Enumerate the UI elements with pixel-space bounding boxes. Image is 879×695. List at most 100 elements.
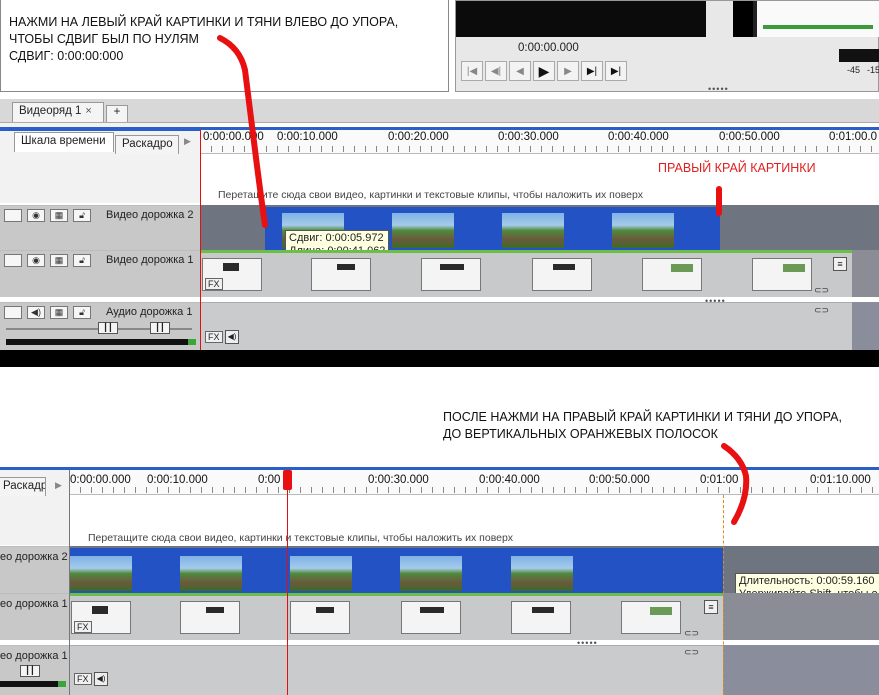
audio-link-icon: ⊂⊃ — [814, 305, 830, 315]
bottom-screen-thumb-2 — [180, 601, 240, 634]
top-audio1-fx-button[interactable]: FX — [205, 331, 223, 343]
bottom-audio1-fx-button[interactable]: FX — [74, 673, 92, 685]
bottom-volume-knob[interactable]: ┃┃ — [20, 665, 40, 677]
top-audio1-name: Аудио дорожка 1 — [106, 306, 193, 318]
tooltip-duration: Длительность: 0:00:59.160 — [739, 575, 875, 587]
bottom-audio1-lane-end — [723, 645, 879, 695]
top-audio1-lane-end — [852, 302, 879, 350]
top-ruler-minor-ticks — [200, 146, 879, 152]
top-video1-fx-button[interactable]: FX — [205, 278, 223, 290]
next-frame-button[interactable]: ▶| — [581, 61, 603, 81]
top-video1-icons: ◉ ▦ 🔓︎ — [4, 254, 91, 267]
right-edge-label: ПРАВЫЙ КРАЙ КАРТИНКИ — [658, 161, 816, 175]
preview-screen — [456, 1, 706, 37]
sequence-tabs: Видеоряд 1 × + — [0, 99, 879, 123]
list-icon[interactable]: ≡ — [833, 257, 847, 271]
bottom-audio-level-meter — [0, 681, 66, 687]
top-screen-thumb-4 — [532, 258, 592, 291]
preview-player: 0:00:00.000 |◀ ◀| ◀ ▶ ▶ ▶| ▶| -45 -15 ••… — [455, 0, 879, 94]
rewind-button[interactable]: ◀ — [509, 61, 531, 81]
top-audio-speaker-icon[interactable]: ◀) — [225, 330, 239, 344]
add-sequence-button[interactable]: + — [106, 105, 128, 122]
bottom-video1-lane-end — [723, 593, 879, 640]
bottom-screen-thumb-3 — [290, 601, 350, 634]
bottom-clip-thumb-4 — [400, 556, 462, 591]
bottom-audio1-lane[interactable] — [69, 645, 723, 695]
volume-slider-knob[interactable]: ┃┃ — [98, 322, 118, 334]
top-tick-2: 0:00:20.000 — [388, 131, 449, 143]
top-tick-1: 0:00:10.000 — [277, 131, 338, 143]
play-button[interactable]: ▶ — [533, 61, 555, 81]
bottom-tick-0: 0:00:00.000 — [70, 474, 131, 486]
audio-meter — [839, 49, 879, 62]
bottom-playhead[interactable] — [287, 470, 288, 695]
top-tick-5: 0:00:50.000 — [719, 131, 780, 143]
bottom-clip-thumb-3 — [290, 556, 352, 591]
top-audio1-icons: ◀) ▦ 🔓︎ — [4, 306, 91, 319]
top-video2-name: Видео дорожка 2 — [106, 209, 194, 221]
bottom-audio-speaker-icon[interactable]: ◀) — [94, 672, 108, 686]
go-start-button[interactable]: |◀ — [461, 61, 483, 81]
prev-frame-button[interactable]: ◀| — [485, 61, 507, 81]
close-tab-icon[interactable]: × — [85, 105, 91, 117]
top-annotation-line3: СДВИГ: 0:00:00:000 — [9, 49, 124, 63]
effects-icon[interactable]: ▦ — [50, 254, 68, 267]
bottom-video1-fx-button[interactable]: FX — [74, 621, 92, 633]
lock-icon[interactable]: 🔓︎ — [73, 254, 91, 267]
top-screen-thumb-6 — [752, 258, 812, 291]
player-time: 0:00:00.000 — [518, 42, 579, 54]
top-annotation-line1: НАЖМИ НА ЛЕВЫЙ КРАЙ КАРТИНКИ И ТЯНИ ВЛЕВ… — [9, 15, 399, 29]
tab-sequence-1[interactable]: Видеоряд 1 × — [12, 102, 104, 122]
top-video2-icons: ◉ ▦ 🔓︎ — [4, 209, 91, 222]
bottom-left-edge-line — [69, 470, 70, 695]
pan-slider-knob[interactable]: ┃┃ — [150, 322, 170, 334]
forward-button[interactable]: ▶ — [557, 61, 579, 81]
section-separator — [0, 350, 879, 367]
track-select-icon[interactable] — [4, 254, 22, 267]
preview-screen-right — [733, 1, 879, 37]
lock-icon[interactable]: 🔓︎ — [73, 306, 91, 319]
player-resize-grip[interactable]: ••••• — [708, 84, 729, 94]
speaker-icon[interactable]: ◀) — [27, 306, 45, 319]
lock-icon[interactable]: 🔓︎ — [73, 209, 91, 222]
track-select-icon[interactable] — [4, 209, 22, 222]
go-end-button[interactable]: ▶| — [605, 61, 627, 81]
eye-icon[interactable]: ◉ — [27, 254, 45, 267]
top-video1-lane-end — [852, 250, 879, 297]
bottom-audio-link-icon: ⊂⊃ — [684, 647, 700, 657]
player-controls: |◀ ◀| ◀ ▶ ▶ ▶| ▶| — [461, 61, 627, 81]
track-select-icon[interactable] — [4, 306, 22, 319]
bottom-tick-1: 0:00:10.000 — [147, 474, 208, 486]
top-red-stroke — [217, 35, 268, 228]
top-ruler-blueline — [0, 127, 879, 130]
top-clip-thumb-4 — [612, 213, 674, 248]
bottom-clip-thumb-5 — [511, 556, 573, 591]
bottom-annotation-line2: ДО ВЕРТИКАЛЬНЫХ ОРАНЖЕВЫХ ПОЛОСОК — [443, 427, 718, 441]
bottom-tab-storyboard[interactable]: Раскадро — [0, 477, 46, 496]
bottom-list-icon[interactable]: ≡ — [704, 600, 718, 614]
bottom-audio1-name: ео дорожка 1 — [0, 650, 68, 662]
bottom-clip-thumb-1 — [70, 556, 132, 591]
bottom-video1-name: еo дорожка 1 — [0, 598, 68, 610]
effects-icon[interactable]: ▦ — [50, 209, 68, 222]
top-screen-thumb-3 — [421, 258, 481, 291]
bottom-link-icon: ⊂⊃ — [684, 628, 700, 638]
bottom-red-stroke — [721, 443, 750, 525]
bottom-tick-3: 0:00:30.000 — [368, 474, 429, 486]
top-tick-3: 0:00:30.000 — [498, 131, 559, 143]
top-clip-thumb-2 — [392, 213, 454, 248]
top-drop-hint: Перетащите сюда свои видео, картинки и т… — [218, 189, 643, 201]
eye-icon[interactable]: ◉ — [27, 209, 45, 222]
top-clip-thumb-3 — [502, 213, 564, 248]
bottom-tick-4: 0:00:40.000 — [479, 474, 540, 486]
bottom-image-clip[interactable] — [69, 548, 723, 593]
bottom-drop-hint: Перетащите сюда свои видео, картинки и т… — [88, 532, 513, 544]
right-edge-mark — [716, 186, 722, 216]
bottom-playhead-marker[interactable] — [283, 470, 292, 490]
top-audio1-lane[interactable] — [200, 302, 852, 350]
top-playhead[interactable] — [200, 130, 201, 350]
bottom-scroll-right-icon[interactable]: ▶ — [55, 480, 62, 491]
bottom-clip-thumb-2 — [180, 556, 242, 591]
effects-icon[interactable]: ▦ — [50, 306, 68, 319]
top-tick-4: 0:00:40.000 — [608, 131, 669, 143]
